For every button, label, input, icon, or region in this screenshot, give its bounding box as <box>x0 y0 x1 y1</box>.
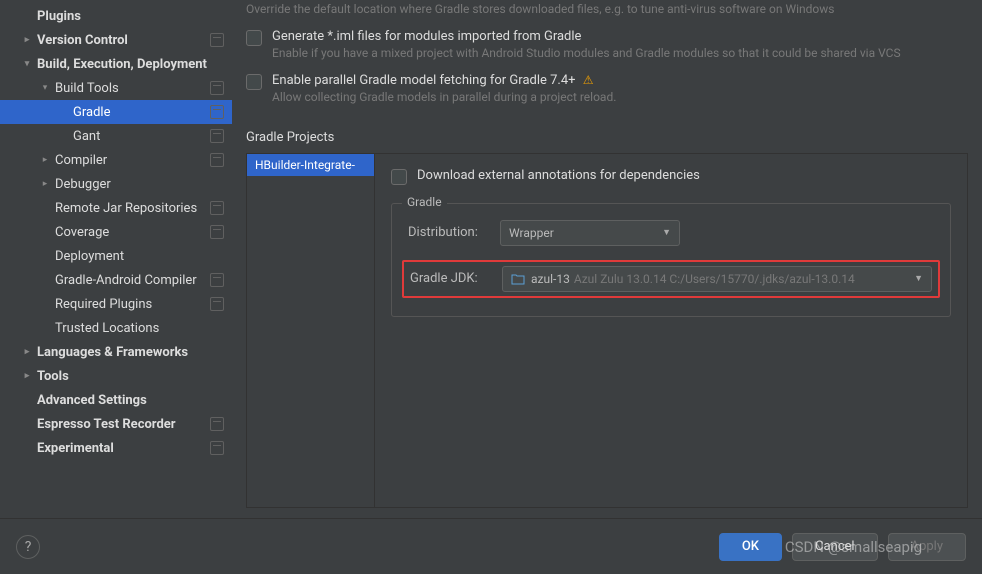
gradle-jdk-path: Azul Zulu 13.0.14 C:/Users/15770/.jdks/a… <box>574 272 855 286</box>
generate-iml-hint: Enable if you have a mixed project with … <box>272 44 968 63</box>
project-scope-icon <box>210 297 224 311</box>
project-scope-icon <box>210 273 224 287</box>
sidebar-item-label: Gradle <box>73 105 206 120</box>
parallel-fetch-hint: Allow collecting Gradle models in parall… <box>272 88 968 107</box>
chevron-right-icon[interactable]: ▸ <box>38 177 52 191</box>
top-hint: Override the default location where Grad… <box>246 0 968 19</box>
project-scope-icon <box>210 225 224 239</box>
project-scope-icon <box>210 417 224 431</box>
help-button[interactable]: ? <box>16 535 40 559</box>
apply-button[interactable]: Apply <box>888 533 966 561</box>
download-annotations-checkbox[interactable] <box>391 169 407 185</box>
sidebar-item-gradle-android-compiler[interactable]: Gradle-Android Compiler <box>0 268 232 292</box>
distribution-value: Wrapper <box>509 226 554 240</box>
gradle-projects-title: Gradle Projects <box>246 130 968 145</box>
sidebar-item-label: Debugger <box>55 177 224 192</box>
chevron-right-icon[interactable]: ▸ <box>20 33 34 47</box>
chevron-right-icon[interactable]: ▸ <box>20 369 34 383</box>
sidebar-item-remote-jar-repositories[interactable]: Remote Jar Repositories <box>0 196 232 220</box>
generate-iml-row: Generate *.iml files for modules importe… <box>246 29 968 63</box>
sidebar-item-label: Tools <box>37 369 224 384</box>
sidebar-item-label: Languages & Frameworks <box>37 345 224 360</box>
distribution-label: Distribution: <box>408 225 500 240</box>
sidebar-item-experimental[interactable]: Experimental <box>0 436 232 460</box>
sidebar-item-label: Required Plugins <box>55 297 206 312</box>
chevron-right-icon[interactable]: ▸ <box>38 153 52 167</box>
sidebar-item-version-control[interactable]: ▸Version Control <box>0 28 232 52</box>
sidebar-item-build-execution-deployment[interactable]: ▾Build, Execution, Deployment <box>0 52 232 76</box>
sidebar-item-label: Compiler <box>55 153 206 168</box>
ok-button[interactable]: OK <box>719 533 782 561</box>
sidebar-item-debugger[interactable]: ▸Debugger <box>0 172 232 196</box>
gradle-fieldset: Gradle Distribution: Wrapper ▼ Gradle JD… <box>391 203 951 317</box>
sidebar-item-coverage[interactable]: Coverage <box>0 220 232 244</box>
sidebar-item-label: Advanced Settings <box>37 393 224 408</box>
chevron-down-icon: ▼ <box>662 227 671 238</box>
sidebar-item-label: Coverage <box>55 225 206 240</box>
generate-iml-checkbox[interactable] <box>246 30 262 46</box>
warning-icon: ⚠ <box>583 73 594 87</box>
sidebar-item-label: Version Control <box>37 33 206 48</box>
gradle-jdk-row: Gradle JDK: azul-13 Azul Zulu 13.0.14 C:… <box>402 260 940 298</box>
settings-main: Override the default location where Grad… <box>232 0 982 518</box>
sidebar-item-label: Gradle-Android Compiler <box>55 273 206 288</box>
project-detail: Download external annotations for depend… <box>375 154 967 507</box>
project-scope-icon <box>210 81 224 95</box>
sidebar-item-advanced-settings[interactable]: Advanced Settings <box>0 388 232 412</box>
sidebar-item-languages-frameworks[interactable]: ▸Languages & Frameworks <box>0 340 232 364</box>
gradle-jdk-value: azul-13 <box>531 272 570 286</box>
sidebar-item-build-tools[interactable]: ▾Build Tools <box>0 76 232 100</box>
chevron-right-icon[interactable]: ▸ <box>20 345 34 359</box>
gradle-jdk-label: Gradle JDK: <box>410 271 502 286</box>
parallel-fetch-checkbox[interactable] <box>246 74 262 90</box>
sidebar-item-plugins[interactable]: Plugins <box>0 4 232 28</box>
project-scope-icon <box>210 441 224 455</box>
sidebar-item-label: Build, Execution, Deployment <box>37 57 224 72</box>
generate-iml-label: Generate *.iml files for modules importe… <box>272 29 968 44</box>
folder-icon <box>511 273 525 285</box>
sidebar-item-deployment[interactable]: Deployment <box>0 244 232 268</box>
distribution-row: Distribution: Wrapper ▼ <box>408 220 934 246</box>
project-scope-icon <box>210 33 224 47</box>
gradle-fieldset-label: Gradle <box>402 195 447 209</box>
sidebar-item-label: Remote Jar Repositories <box>55 201 206 216</box>
bottom-bar: ? OK Cancel Apply <box>0 518 982 574</box>
sidebar-item-label: Build Tools <box>55 81 206 96</box>
chevron-down-icon[interactable]: ▾ <box>38 81 52 95</box>
distribution-select[interactable]: Wrapper ▼ <box>500 220 680 246</box>
project-list[interactable]: HBuilder-Integrate- <box>247 154 375 507</box>
project-item[interactable]: HBuilder-Integrate- <box>247 154 374 176</box>
sidebar-item-label: Experimental <box>37 441 206 456</box>
project-scope-icon <box>210 153 224 167</box>
sidebar-item-espresso-test-recorder[interactable]: Espresso Test Recorder <box>0 412 232 436</box>
settings-sidebar[interactable]: Plugins▸Version Control▾Build, Execution… <box>0 0 232 518</box>
chevron-down-icon[interactable]: ▾ <box>20 57 34 71</box>
parallel-fetch-row: Enable parallel Gradle model fetching fo… <box>246 73 968 107</box>
sidebar-item-tools[interactable]: ▸Tools <box>0 364 232 388</box>
cancel-button[interactable]: Cancel <box>792 533 878 561</box>
gradle-projects-panel: HBuilder-Integrate- Download external an… <box>246 153 968 508</box>
sidebar-item-label: Gant <box>73 129 206 144</box>
project-scope-icon <box>210 129 224 143</box>
chevron-down-icon: ▼ <box>914 273 923 284</box>
gradle-jdk-select[interactable]: azul-13 Azul Zulu 13.0.14 C:/Users/15770… <box>502 266 932 292</box>
sidebar-item-gant[interactable]: Gant <box>0 124 232 148</box>
project-scope-icon <box>210 201 224 215</box>
sidebar-item-required-plugins[interactable]: Required Plugins <box>0 292 232 316</box>
sidebar-item-label: Trusted Locations <box>55 321 224 336</box>
sidebar-item-label: Plugins <box>37 9 224 24</box>
sidebar-item-trusted-locations[interactable]: Trusted Locations <box>0 316 232 340</box>
sidebar-item-label: Deployment <box>55 249 224 264</box>
sidebar-item-label: Espresso Test Recorder <box>37 417 206 432</box>
download-annotations-label: Download external annotations for depend… <box>417 168 700 183</box>
sidebar-item-gradle[interactable]: Gradle <box>0 100 232 124</box>
parallel-fetch-label: Enable parallel Gradle model fetching fo… <box>272 73 576 88</box>
sidebar-item-compiler[interactable]: ▸Compiler <box>0 148 232 172</box>
project-scope-icon <box>210 105 224 119</box>
